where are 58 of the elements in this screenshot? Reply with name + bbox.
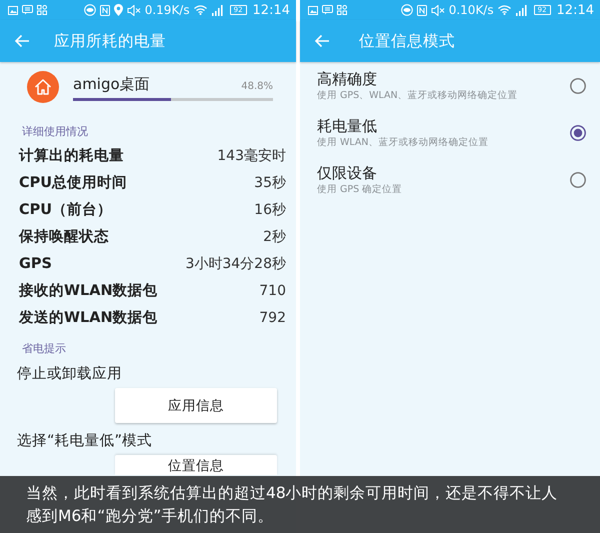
radio-button[interactable] xyxy=(570,124,586,140)
mode-title: 高精确度 xyxy=(317,68,378,88)
section-header: 详细使用情况 xyxy=(22,124,89,140)
signal-icon xyxy=(514,4,528,16)
section-header: 省电提示 xyxy=(22,340,67,356)
caption-text: 当然，此时看到系统估算出的超过48小时的剩余可用时间，还是不得不让人 感到M6和“跑分党”手机们的不同。 xyxy=(26,482,558,526)
home-icon xyxy=(27,71,59,103)
image-icon xyxy=(308,6,318,14)
nfc-icon xyxy=(416,4,427,16)
detail-value: 792 xyxy=(259,310,286,326)
app-name: amigo桌面 xyxy=(73,74,150,94)
screen-title: 应用所耗的电量 xyxy=(54,31,166,51)
detail-value: 710 xyxy=(259,282,286,298)
apps-icon xyxy=(337,5,347,15)
message-icon xyxy=(322,5,333,15)
mode-title: 仅限设备 xyxy=(317,162,378,182)
detail-value: 16秒 xyxy=(254,200,286,218)
detail-label: CPU总使用时间 xyxy=(19,174,128,192)
tip-text: 选择“耗电量低”模式 xyxy=(17,432,154,450)
usage-percent: 48.8% xyxy=(241,80,273,92)
detail-value: 2秒 xyxy=(263,228,286,246)
back-icon[interactable] xyxy=(14,34,30,48)
signal-icon xyxy=(210,4,224,16)
eye-icon xyxy=(84,4,96,16)
network-speed: 0.10K/s xyxy=(448,3,494,17)
detail-value: 143毫安时 xyxy=(217,146,286,164)
detail-label: 保持唤醒状态 xyxy=(19,228,109,246)
tip-button[interactable]: 应用信息 xyxy=(115,388,277,423)
message-icon xyxy=(22,5,33,15)
detail-label: 接收的WLAN数据包 xyxy=(19,282,158,300)
wifi-icon xyxy=(194,5,207,15)
clock-time: 12:14 xyxy=(252,2,290,18)
tip-text: 停止或卸载应用 xyxy=(17,364,123,384)
mode-description: 使用 GPS 确定位置 xyxy=(317,182,402,196)
mute-icon xyxy=(430,4,445,16)
image-icon xyxy=(8,6,18,14)
detail-label: 计算出的耗电量 xyxy=(19,146,124,165)
back-icon[interactable] xyxy=(314,34,330,48)
screen-title: 位置信息模式 xyxy=(359,31,455,51)
nfc-icon xyxy=(100,4,110,16)
network-speed: 0.19K/s xyxy=(144,3,190,17)
detail-label: CPU（前台） xyxy=(19,200,112,219)
eye-icon xyxy=(400,4,413,16)
clock-time: 12:14 xyxy=(556,2,594,18)
radio-button[interactable] xyxy=(570,78,586,94)
mode-description: 使用 WLAN、蓝牙或移动网络确定位置 xyxy=(317,136,489,150)
radio-button[interactable] xyxy=(570,172,586,188)
mute-icon xyxy=(126,4,141,16)
location-icon xyxy=(114,4,123,16)
detail-label: GPS xyxy=(19,256,52,272)
apps-icon xyxy=(37,5,47,15)
mode-title: 耗电量低 xyxy=(317,116,378,136)
wifi-icon xyxy=(498,5,511,15)
detail-label: 发送的WLAN数据包 xyxy=(19,309,158,327)
detail-value: 3小时34分28秒 xyxy=(185,254,286,272)
mode-description: 使用 GPS、WLAN、蓝牙或移动网络确定位置 xyxy=(317,88,518,102)
detail-value: 35秒 xyxy=(254,174,286,192)
tip-button[interactable]: 位置信息 xyxy=(115,455,277,475)
